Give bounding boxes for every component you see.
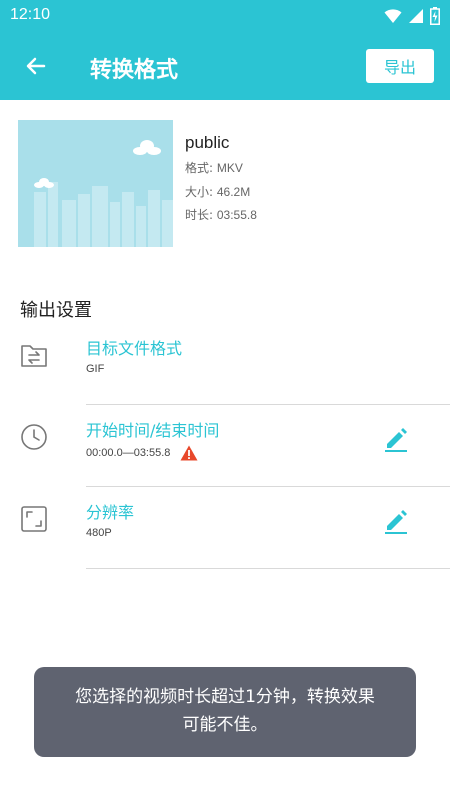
time-range-value: 00:00.0—03:55.8 <box>86 447 171 459</box>
status-time: 12:10 <box>10 6 51 23</box>
setting-target-format[interactable]: 目标文件格式 GIF <box>0 323 450 405</box>
video-thumbnail <box>18 120 173 247</box>
toast-message: 您选择的视频时长超过1分钟，转换效果可能不佳。 <box>34 667 416 757</box>
divider <box>86 568 450 569</box>
warning-icon <box>180 445 198 461</box>
setting-label-resolution: 分辨率 <box>86 503 135 522</box>
city-placeholder-image <box>18 120 173 247</box>
status-icons <box>384 7 440 25</box>
setting-resolution[interactable]: 分辨率 480P <box>0 487 450 569</box>
arrow-back-icon <box>26 57 46 75</box>
file-size-label: 大小: <box>185 185 217 199</box>
file-size-value: 46.2M <box>216 185 251 199</box>
file-size: 大小: 46.2M <box>185 183 250 200</box>
output-settings-title: 输出设置 <box>20 300 92 321</box>
edit-resolution-button[interactable] <box>382 507 410 535</box>
file-format-label: 格式: <box>185 161 217 175</box>
back-button[interactable] <box>20 50 52 82</box>
file-format: 格式: MKV <box>185 159 243 176</box>
target-format-value: GIF <box>86 363 105 375</box>
battery-icon <box>430 7 440 25</box>
app-bar: 转换格式 导出 <box>0 32 450 100</box>
setting-label-target-format: 目标文件格式 <box>86 339 183 358</box>
edit-time-button[interactable] <box>382 425 410 453</box>
file-duration: 时长: 03:55.8 <box>185 206 257 223</box>
file-format-value: MKV <box>216 161 243 175</box>
wifi-icon <box>384 9 402 23</box>
file-name: public <box>185 133 230 152</box>
status-bar: 12:10 <box>0 0 450 32</box>
setting-label-start-end-time: 开始时间/结束时间 <box>86 421 220 440</box>
resolution-value: 480P <box>86 527 112 539</box>
folder-convert-icon <box>21 345 47 367</box>
resize-icon <box>21 506 47 532</box>
clock-icon <box>21 424 47 450</box>
file-duration-label: 时长: <box>185 208 217 222</box>
setting-value-resolution: 480P <box>86 527 112 539</box>
export-button[interactable]: 导出 <box>366 49 434 83</box>
page-title: 转换格式 <box>90 58 179 83</box>
signal-icon <box>409 9 423 23</box>
setting-value-target-format: GIF <box>86 363 104 375</box>
setting-value-start-end-time: 00:00.0—03:55.8 <box>86 445 198 461</box>
file-duration-value: 03:55.8 <box>216 208 257 222</box>
setting-start-end-time[interactable]: 开始时间/结束时间 00:00.0—03:55.8 <box>0 405 450 487</box>
